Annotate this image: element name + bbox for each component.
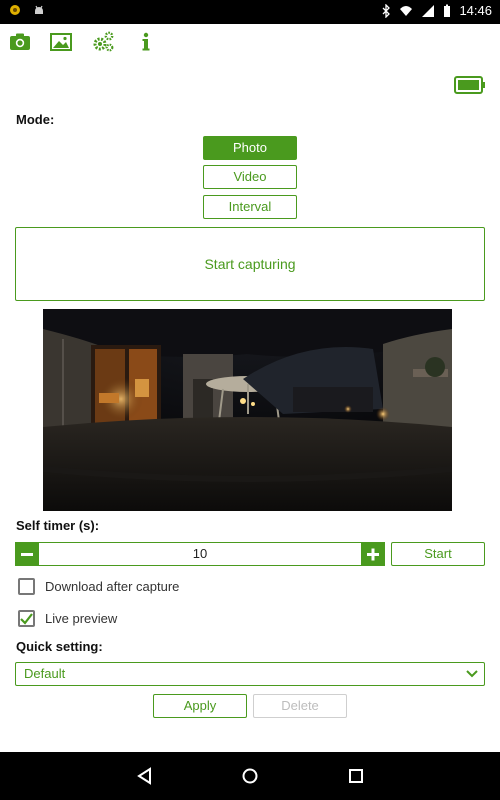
plus-icon <box>367 548 379 561</box>
live-preview-image <box>43 309 452 511</box>
gallery-icon[interactable] <box>49 30 73 54</box>
quick-setting-select[interactable]: Default <box>15 662 485 686</box>
live-preview-checkbox[interactable] <box>18 609 35 627</box>
status-bar: 14:46 <box>0 0 500 24</box>
self-timer-row: 10 Start <box>15 542 485 566</box>
download-after-capture-checkbox[interactable] <box>18 577 35 595</box>
recents-icon[interactable] <box>344 764 368 788</box>
camera-icon[interactable] <box>8 30 32 54</box>
mode-label: Mode: <box>16 112 55 127</box>
top-toolbar <box>0 24 500 60</box>
mode-interval-button[interactable]: Interval <box>203 195 297 219</box>
mode-video-button[interactable]: Video <box>203 165 297 189</box>
info-icon[interactable] <box>134 30 158 54</box>
quick-setting-label: Quick setting: <box>16 639 103 654</box>
minus-icon <box>21 553 33 556</box>
delete-button[interactable]: Delete <box>253 694 347 718</box>
android-debug-icon <box>32 3 46 17</box>
bluetooth-icon <box>381 3 391 18</box>
increment-button[interactable] <box>361 542 385 566</box>
live-preview-option[interactable]: Live preview <box>18 608 117 628</box>
decrement-button[interactable] <box>15 542 39 566</box>
app-notification-icon <box>8 3 22 17</box>
navigation-bar <box>0 752 500 800</box>
self-timer-label: Self timer (s): <box>16 518 100 533</box>
self-timer-start-button[interactable]: Start <box>391 542 485 566</box>
chevron-down-icon <box>466 670 478 678</box>
quick-setting-selected: Default <box>24 666 66 681</box>
live-preview-label: Live preview <box>45 610 118 626</box>
back-icon[interactable] <box>133 764 157 788</box>
battery-status-icon <box>443 4 451 18</box>
home-icon[interactable] <box>238 764 262 788</box>
download-after-capture-option[interactable]: Download after capture <box>18 576 179 596</box>
download-after-capture-label: Download after capture <box>45 578 180 594</box>
start-capturing-button[interactable]: Start capturing <box>15 227 485 301</box>
apply-button[interactable]: Apply <box>153 694 247 718</box>
settings-icon[interactable] <box>91 30 115 54</box>
checkmark-icon <box>20 612 33 625</box>
status-time: 14:46 <box>459 3 492 18</box>
wifi-icon <box>399 4 413 18</box>
mode-photo-button[interactable]: Photo <box>203 136 297 160</box>
signal-icon <box>421 4 435 18</box>
self-timer-stepper: 10 <box>15 542 385 566</box>
self-timer-value[interactable]: 10 <box>41 543 359 565</box>
camera-battery-icon <box>454 76 485 94</box>
